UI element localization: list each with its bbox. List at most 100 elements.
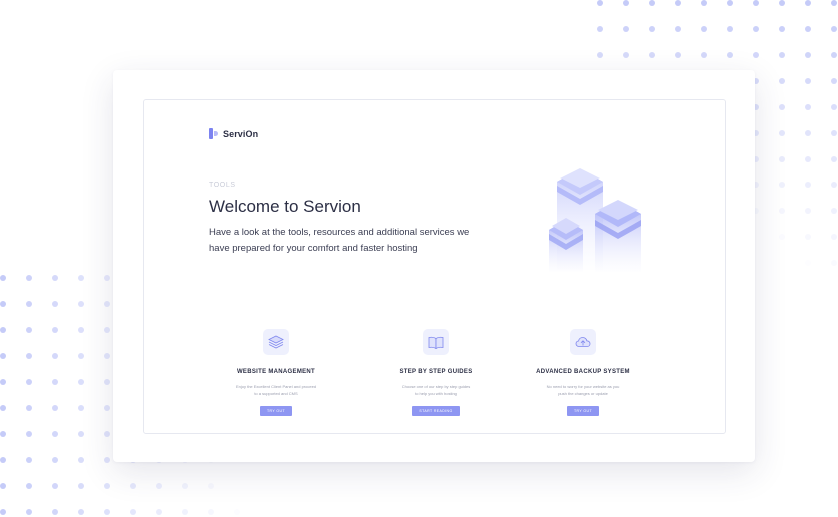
decorative-dot xyxy=(26,353,32,359)
layers-icon xyxy=(263,329,289,355)
decorative-dot xyxy=(78,509,84,515)
decorative-dot xyxy=(779,52,785,58)
decorative-dot xyxy=(234,509,240,515)
decorative-dot xyxy=(26,457,32,463)
decorative-dot xyxy=(130,483,136,489)
decorative-dot xyxy=(623,26,629,32)
decorative-dot xyxy=(78,301,84,307)
decorative-dot xyxy=(78,327,84,333)
decorative-dot xyxy=(78,457,84,463)
decorative-dot xyxy=(52,457,58,463)
decorative-dot xyxy=(831,26,837,32)
section-eyebrow: TOOLS xyxy=(209,182,236,189)
decorative-dot xyxy=(104,379,110,385)
decorative-dot xyxy=(0,301,6,307)
decorative-dot xyxy=(779,104,785,110)
decorative-dot xyxy=(701,26,707,32)
decorative-dot xyxy=(52,483,58,489)
decorative-dot xyxy=(831,234,837,240)
decorative-dot xyxy=(0,379,6,385)
decorative-dot xyxy=(649,26,655,32)
decorative-dot xyxy=(597,52,603,58)
feature-description: Choose one of our step by step guides to… xyxy=(381,383,491,397)
decorative-dot xyxy=(623,52,629,58)
decorative-dot xyxy=(597,0,603,6)
decorative-dot xyxy=(831,78,837,84)
feature-step-by-step-guides: STEP BY STEP GUIDES Choose one of our st… xyxy=(381,329,491,417)
decorative-dot xyxy=(649,0,655,6)
decorative-dot xyxy=(104,405,110,411)
brand-name: ServiOn xyxy=(223,128,259,139)
decorative-dot xyxy=(779,130,785,136)
decorative-dot xyxy=(805,0,811,6)
decorative-dot xyxy=(52,431,58,437)
decorative-dot xyxy=(623,0,629,6)
decorative-dot xyxy=(104,275,110,281)
decorative-dot xyxy=(831,52,837,58)
decorative-dot xyxy=(52,509,58,515)
decorative-dot xyxy=(675,0,681,6)
cloud-upload-icon xyxy=(570,329,596,355)
feature-advanced-backup-system: ADVANCED BACKUP SYSTEM No need to worry … xyxy=(528,329,638,417)
hero-subtitle-line: have prepared for your comfort and faste… xyxy=(209,243,418,254)
logo[interactable]: ServiOn xyxy=(209,128,258,139)
decorative-dot xyxy=(26,379,32,385)
decorative-dot xyxy=(26,301,32,307)
decorative-dot xyxy=(805,26,811,32)
decorative-dot xyxy=(805,156,811,162)
decorative-dot xyxy=(78,405,84,411)
decorative-dot xyxy=(52,275,58,281)
decorative-dot xyxy=(78,275,84,281)
feature-title: ADVANCED BACKUP SYSTEM xyxy=(536,369,630,375)
decorative-dot xyxy=(779,0,785,6)
feature-description-line: push the changes or update xyxy=(558,391,608,396)
decorative-dot xyxy=(26,431,32,437)
decorative-dot xyxy=(805,234,811,240)
decorative-dot xyxy=(727,26,733,32)
start-reading-button[interactable]: START READING xyxy=(412,406,460,416)
decorative-dot xyxy=(0,353,6,359)
try-out-button[interactable]: TRY OUT xyxy=(259,406,293,416)
decorative-dot xyxy=(649,52,655,58)
decorative-dot xyxy=(104,431,110,437)
decorative-dot xyxy=(208,509,214,515)
decorative-dot xyxy=(52,301,58,307)
decorative-dot xyxy=(104,353,110,359)
decorative-dot xyxy=(805,208,811,214)
feature-description-line: Enjoy the Excellent Client Panel and pro… xyxy=(235,384,317,389)
decorative-dot xyxy=(753,52,759,58)
decorative-dot xyxy=(156,509,162,515)
decorative-dot xyxy=(805,130,811,136)
decorative-dot xyxy=(753,26,759,32)
decorative-dot xyxy=(805,182,811,188)
feature-description: Enjoy the Excellent Client Panel and pro… xyxy=(221,383,331,397)
decorative-dot xyxy=(104,509,110,515)
feature-description-line: No need to worry for your website as you xyxy=(546,384,620,389)
decorative-dot xyxy=(779,182,785,188)
decorative-dot xyxy=(104,483,110,489)
decorative-dot xyxy=(0,457,6,463)
decorative-dot xyxy=(26,483,32,489)
decorative-dot xyxy=(753,0,759,6)
decorative-dot xyxy=(0,275,6,281)
decorative-dot xyxy=(597,26,603,32)
decorative-dot xyxy=(831,208,837,214)
decorative-dot xyxy=(130,509,136,515)
decorative-dot xyxy=(26,275,32,281)
decorative-dot xyxy=(701,0,707,6)
decorative-dot xyxy=(779,208,785,214)
hero-subtitle: Have a look at the tools, resources and … xyxy=(209,225,499,257)
decorative-dot xyxy=(727,0,733,6)
decorative-dot xyxy=(701,52,707,58)
decorative-dot xyxy=(104,457,110,463)
decorative-dot xyxy=(104,301,110,307)
try-out-button[interactable]: TRY OUT xyxy=(566,406,600,416)
feature-description-line: Choose one of our step by step guides xyxy=(401,384,471,389)
decorative-dot xyxy=(727,52,733,58)
decorative-dot xyxy=(0,431,6,437)
decorative-dot xyxy=(0,509,6,515)
decorative-dot xyxy=(78,483,84,489)
logo-icon xyxy=(209,128,219,139)
decorative-dot xyxy=(675,52,681,58)
decorative-dot xyxy=(805,260,811,266)
